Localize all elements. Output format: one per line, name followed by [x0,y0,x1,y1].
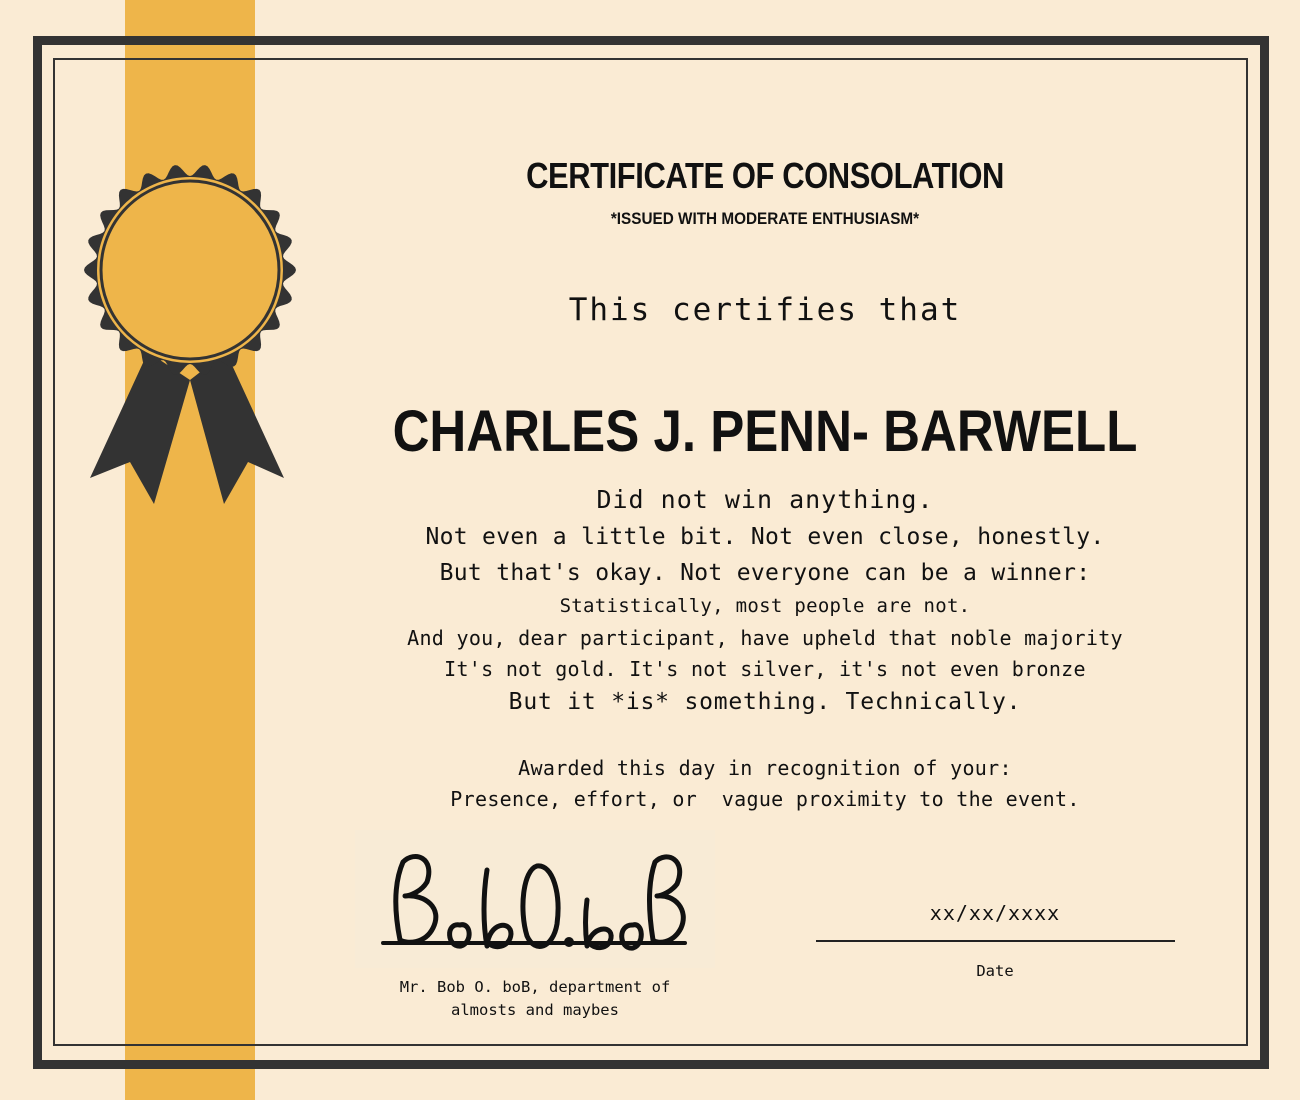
certificate-title: CERTIFICATE OF CONSOLATION [526,155,1004,196]
body-line: Did not win anything. [596,485,934,514]
recipient-name: CHARLES J. PENN- BARWELL [392,399,1138,464]
signature-caption: Mr. Bob O. boB, department of almosts an… [370,976,700,1022]
body-line: But that's okay. Not everyone can be a w… [439,560,1091,586]
body-line: Not even a little bit. Not even close, h… [425,524,1105,550]
awarded-line: Awarded this day in recognition of your: [518,756,1012,780]
date-label: Date [976,962,1014,980]
body-line: Statistically, most people are not. [559,595,971,617]
seal-center [104,184,276,356]
signature-caption-line: Mr. Bob O. boB, department of [399,978,671,996]
signature-image [355,830,715,968]
body-line: And you, dear participant, have upheld t… [407,626,1123,650]
date-value: xx/xx/xxxx [929,901,1061,925]
award-ribbon-seal-icon [84,165,296,504]
body-line: It's not gold. It's not silver, it's not… [444,657,1086,681]
certificate-subtitle: *ISSUED WITH MODERATE ENTHUSIASM* [610,209,920,228]
body-line: But it *is* something. Technically. [508,689,1022,715]
awarded-line: Presence, effort, or vague proximity to … [450,787,1080,811]
date-line [816,940,1175,942]
signature-caption-line: almosts and maybes [451,1001,619,1019]
certifies-text: This certifies that [568,292,962,328]
seal-ribbon-right [190,352,284,504]
